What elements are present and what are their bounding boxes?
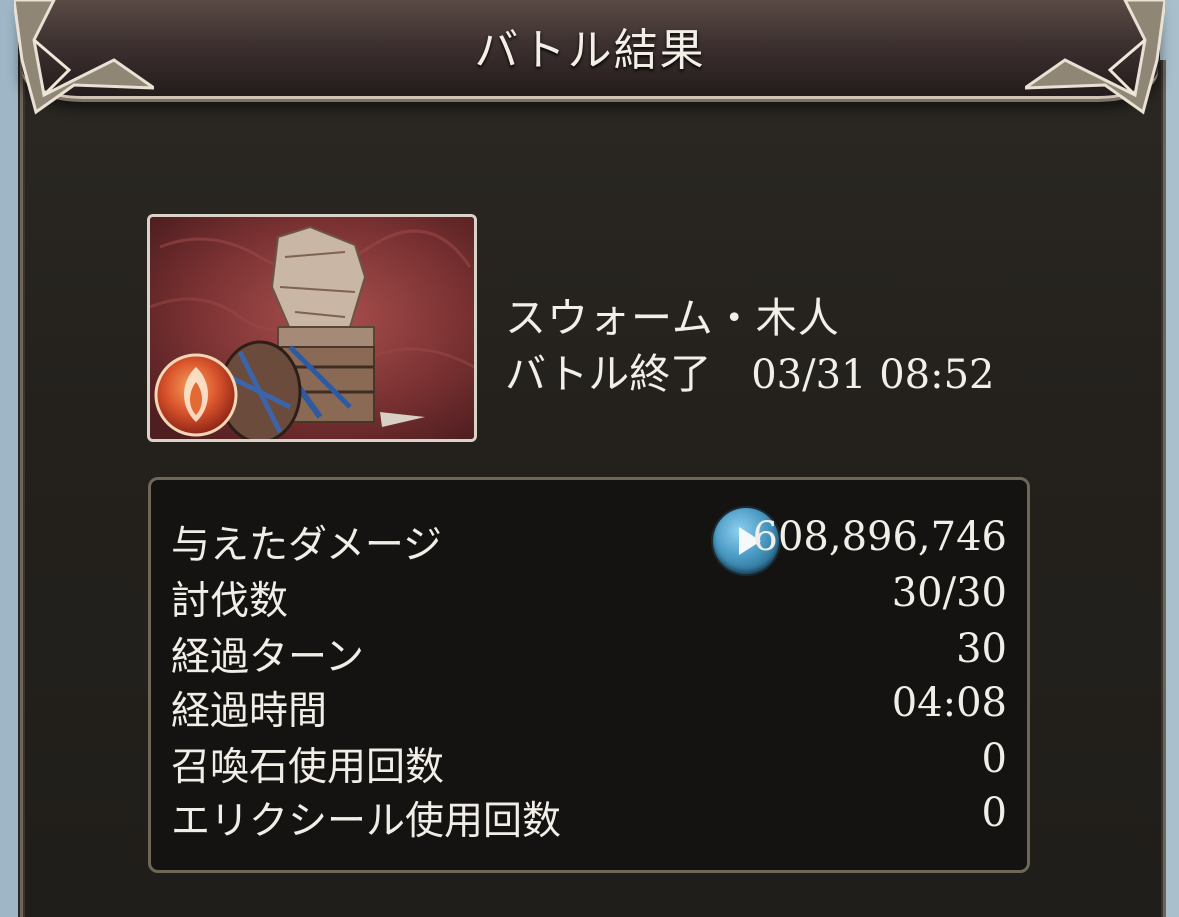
stats-panel: 与えたダメージ 608,896,746 討伐数 30/30 経過ターン 30 経… <box>148 477 1030 873</box>
stat-value-turns: 30 <box>956 626 1007 672</box>
enemy-portrait-image <box>150 217 474 439</box>
page-title: バトル結果 <box>474 25 706 76</box>
stat-label-elixir-uses: エリクシール使用回数 <box>171 799 562 844</box>
battle-end-label: バトル終了 <box>505 350 712 398</box>
ornament-right-icon <box>1025 0 1165 115</box>
stat-value-defeat-count: 30/30 <box>891 570 1007 616</box>
stat-row-elapsed-time: 経過時間 04:08 <box>171 680 1007 734</box>
stat-row-defeat-count: 討伐数 30/30 <box>171 570 1007 624</box>
stat-value-elapsed-time: 04:08 <box>891 680 1007 726</box>
enemy-name: スウォーム・木人 <box>505 294 840 342</box>
battle-result-screen: バトル結果 スウォーム・木人 バトル終了 03/31 08:52 与えたダメージ… <box>0 0 1179 917</box>
stat-value-damage: 608,896,746 <box>752 514 1007 560</box>
stat-label-damage: 与えたダメージ <box>171 523 443 568</box>
battle-end-row: バトル終了 03/31 08:52 <box>505 340 995 400</box>
stat-row-summon-uses: 召喚石使用回数 0 <box>171 736 1007 790</box>
header-bar: バトル結果 <box>22 0 1158 99</box>
stat-row-turns: 経過ターン 30 <box>171 626 1007 680</box>
stat-label-defeat-count: 討伐数 <box>171 579 289 624</box>
enemy-portrait <box>147 214 477 442</box>
ornament-left-icon <box>14 0 154 115</box>
stat-row-elixir-uses: エリクシール使用回数 0 <box>171 790 1007 844</box>
stat-row-damage: 与えたダメージ 608,896,746 <box>171 508 1007 574</box>
stat-label-summon-uses: 召喚石使用回数 <box>171 745 445 790</box>
battle-end-time: 03/31 08:52 <box>751 352 995 398</box>
stat-label-elapsed-time: 経過時間 <box>171 689 328 734</box>
stat-label-turns: 経過ターン <box>171 635 365 680</box>
stat-value-elixir-uses: 0 <box>981 790 1007 836</box>
stat-value-summon-uses: 0 <box>981 736 1007 782</box>
